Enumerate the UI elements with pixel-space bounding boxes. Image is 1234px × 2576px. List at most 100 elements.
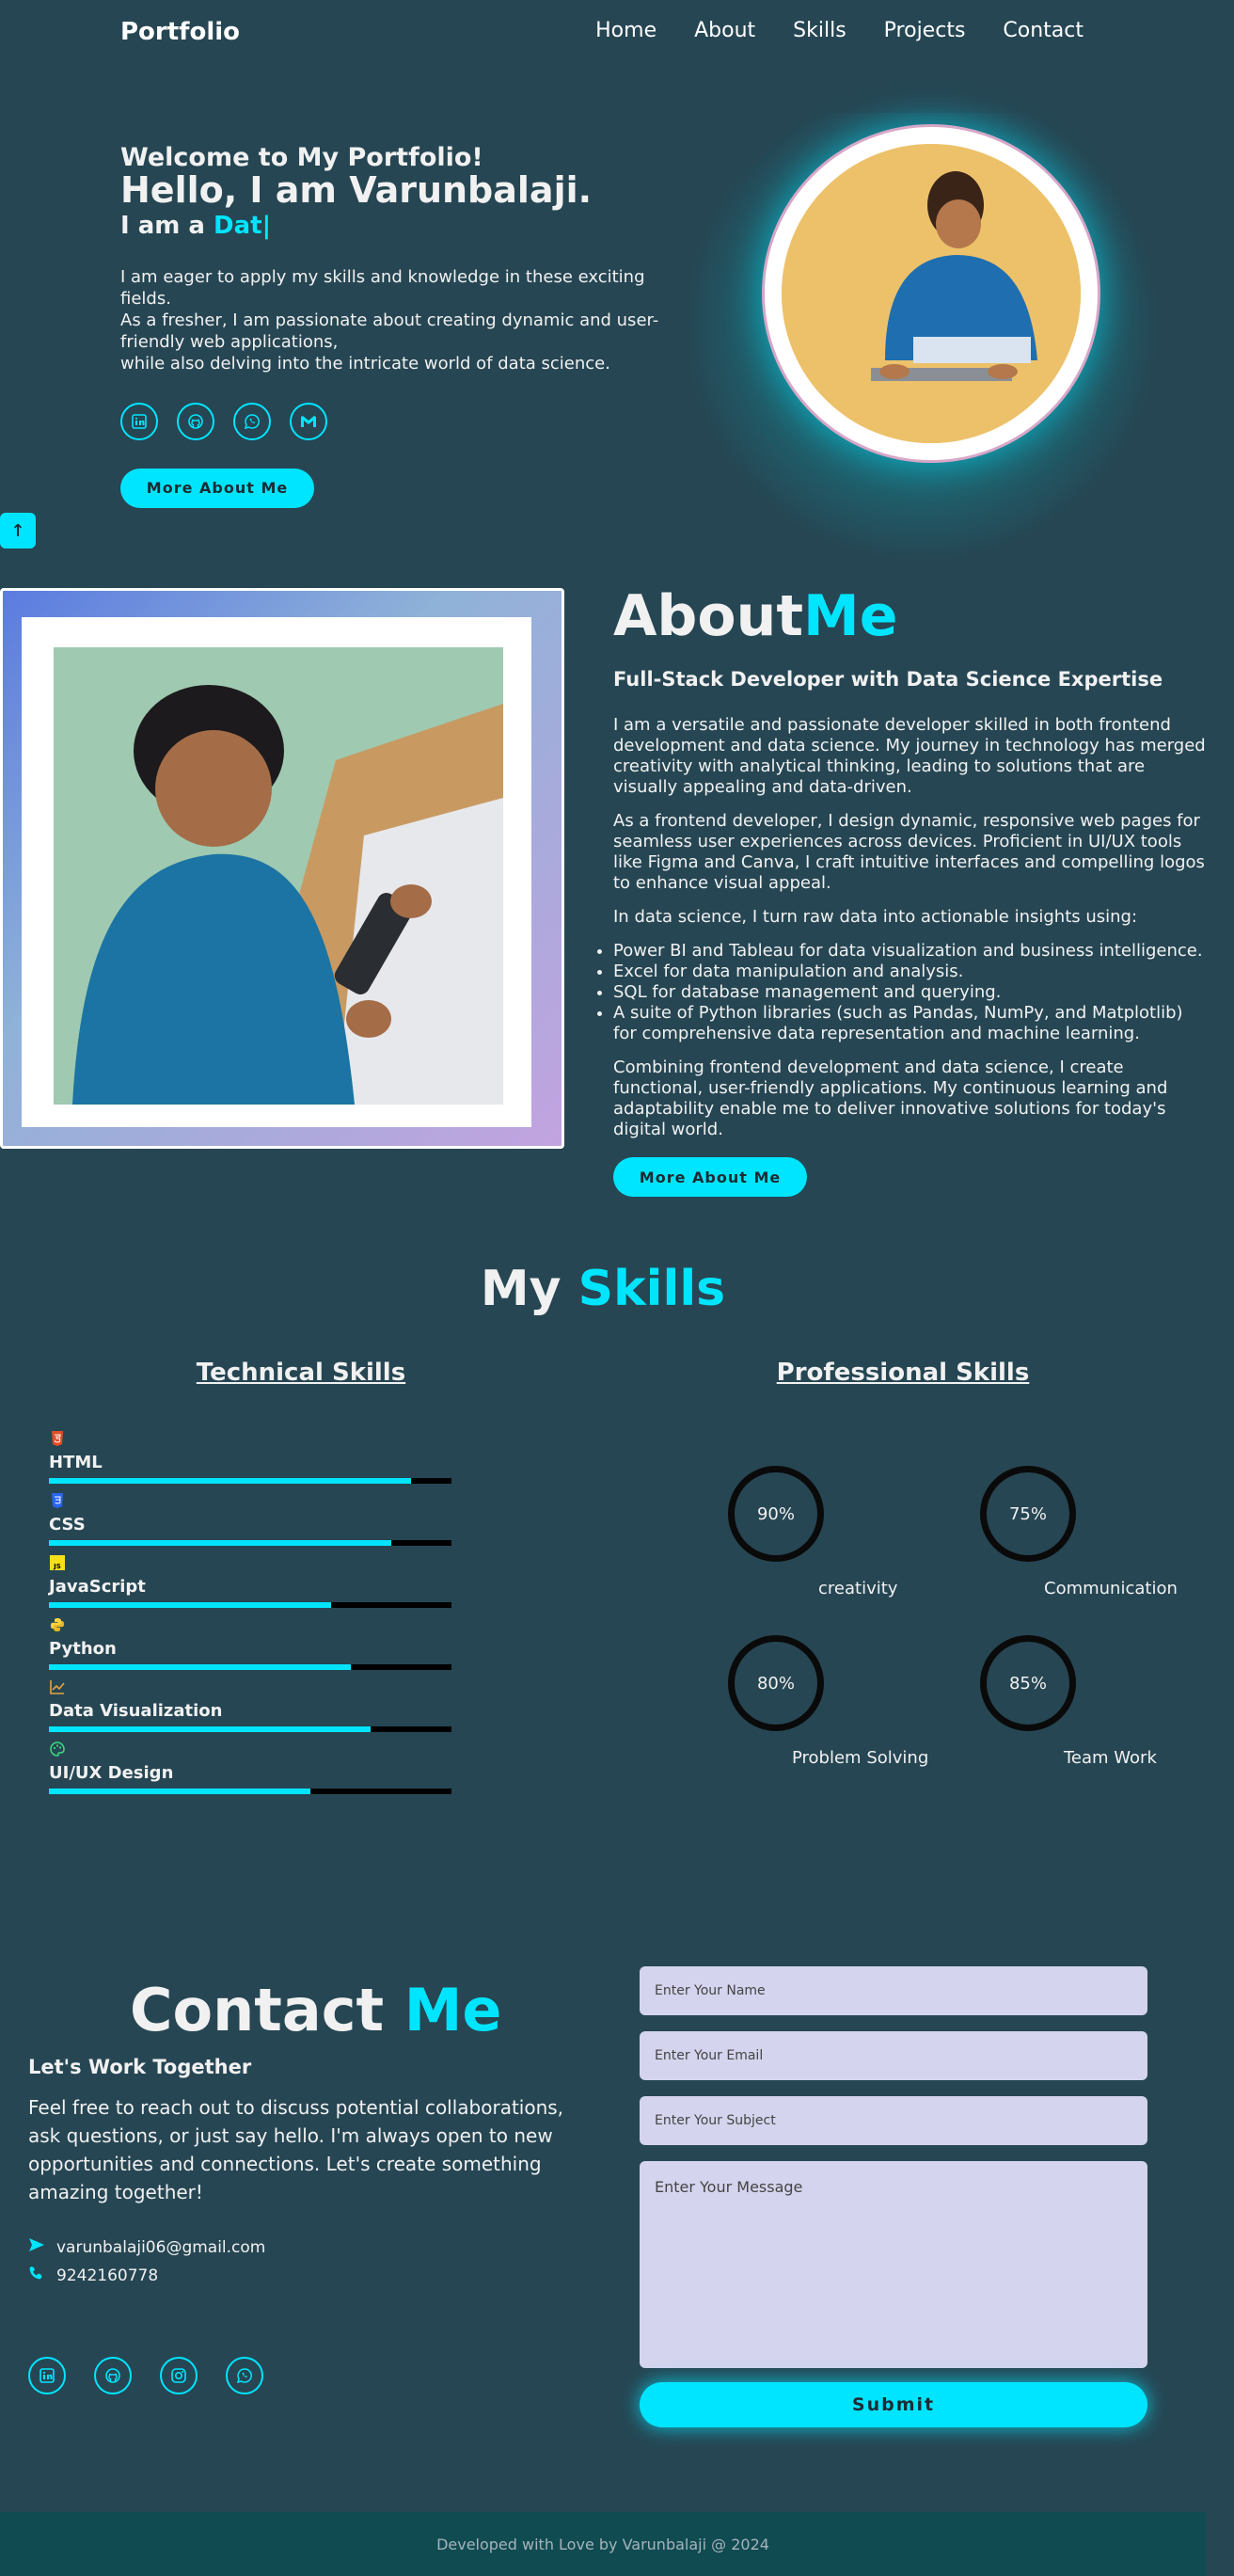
contact-title-b: Me xyxy=(403,1976,502,2044)
message-textarea[interactable]: Enter Your Message xyxy=(640,2161,1147,2368)
about-paragraph: In data science, I turn raw data into ac… xyxy=(613,907,1138,927)
about-title-b: Me xyxy=(803,583,898,649)
about-subtitle: Full-Stack Developer with Data Science E… xyxy=(613,668,1163,691)
skill-circle-creativity: 90% xyxy=(728,1466,824,1562)
contact-social-links xyxy=(28,2357,263,2394)
list-item: A suite of Python libraries (such as Pan… xyxy=(613,1003,1206,1044)
skill-name: JavaScript xyxy=(49,1577,146,1597)
hero-portrait-photo xyxy=(782,144,1081,443)
about-paragraph: I am a versatile and passionate develope… xyxy=(613,715,1206,797)
about-paragraph: As a frontend developer, I design dynami… xyxy=(613,811,1205,893)
hero-portrait xyxy=(762,124,1100,463)
github-icon[interactable] xyxy=(94,2357,132,2394)
skill-css: CSS xyxy=(49,1492,453,1554)
linkedin-icon[interactable] xyxy=(28,2357,66,2394)
contact-email[interactable]: varunbalaji06@gmail.com xyxy=(28,2237,265,2257)
skill-bar-fill xyxy=(49,1664,351,1670)
skill-circle-label: Team Work xyxy=(1064,1748,1157,1768)
whatsapp-icon[interactable] xyxy=(226,2357,263,2394)
hero-text: Welcome to My Portfolio! Hello, I am Var… xyxy=(120,143,675,508)
contact-text: Feel free to reach out to discuss potent… xyxy=(28,2096,564,2203)
skills-title-a: My xyxy=(480,1261,578,1317)
nav-link-home[interactable]: Home xyxy=(595,19,657,42)
nav-link-about[interactable]: About xyxy=(694,19,755,42)
skill-circle-label: Communication xyxy=(1044,1579,1178,1598)
nav-link-contact[interactable]: Contact xyxy=(1003,19,1084,42)
skill-name: CSS xyxy=(49,1515,86,1534)
skill-circle-label: Problem Solving xyxy=(792,1748,929,1768)
typed-prefix: I am a xyxy=(120,211,214,240)
navbar: Portfolio Home About Skills Projects Con… xyxy=(0,0,1206,66)
skill-circle-team-work: 85% xyxy=(980,1635,1076,1731)
contact-title: Contact Me xyxy=(130,1976,501,2044)
email-input[interactable]: Enter Your Email xyxy=(640,2031,1147,2080)
gmail-icon[interactable] xyxy=(290,402,327,440)
skill-bar xyxy=(49,1540,451,1546)
github-icon[interactable] xyxy=(177,402,214,440)
phone-icon xyxy=(28,2266,45,2285)
html5-icon xyxy=(49,1430,66,1447)
technical-skills-list: HTML CSS JS JavaScript Python Data Visua… xyxy=(49,1430,453,1803)
hero-desc-line: I am eager to apply my skills and knowle… xyxy=(120,266,645,309)
name-input[interactable]: Enter Your Name xyxy=(640,1966,1147,2015)
more-about-me-button[interactable]: More About Me xyxy=(120,468,314,508)
whatsapp-icon[interactable] xyxy=(233,402,271,440)
contact-phone-text: 9242160778 xyxy=(56,2266,159,2285)
skill-python: Python xyxy=(49,1616,453,1678)
css3-icon xyxy=(49,1492,66,1509)
chart-icon xyxy=(49,1678,66,1695)
skill-bar xyxy=(49,1602,451,1608)
skill-bar xyxy=(49,1726,451,1732)
arrow-up-icon: ↑ xyxy=(10,520,25,541)
scroll-to-top-button[interactable]: ↑ xyxy=(0,513,36,549)
about-photo xyxy=(54,647,503,1105)
professional-skills-heading: Professional Skills xyxy=(776,1359,1030,1387)
about-more-button[interactable]: More About Me xyxy=(613,1157,807,1197)
about-title-a: About xyxy=(613,583,804,649)
subject-input[interactable]: Enter Your Subject xyxy=(640,2096,1147,2145)
list-item: Excel for data manipulation and analysis… xyxy=(613,962,1206,982)
skill-circle-label: creativity xyxy=(818,1579,898,1598)
skill-bar-fill xyxy=(49,1789,311,1794)
skill-html: HTML xyxy=(49,1430,453,1492)
list-item: Power BI and Tableau for data visualizat… xyxy=(613,941,1206,962)
linkedin-icon[interactable] xyxy=(120,402,158,440)
nav-link-projects[interactable]: Projects xyxy=(884,19,966,42)
skills-title: My Skills xyxy=(0,1261,1206,1317)
about-image-border xyxy=(22,617,531,1127)
skill-bar xyxy=(49,1789,451,1794)
hero-typed-line: I am a Dat| xyxy=(120,212,675,240)
about-image-frame xyxy=(0,588,564,1149)
hero-hello: Hello, I am Varunbalaji. xyxy=(120,169,593,211)
javascript-icon: JS xyxy=(49,1554,66,1571)
skill-name: Python xyxy=(49,1639,117,1659)
hero-social-links xyxy=(120,402,675,440)
instagram-icon[interactable] xyxy=(160,2357,198,2394)
list-item: SQL for database management and querying… xyxy=(613,982,1206,1003)
about-title: AboutMe xyxy=(613,583,1206,649)
hero-section: Welcome to My Portfolio! Hello, I am Var… xyxy=(0,94,1206,583)
skill-bar-fill xyxy=(49,1540,391,1546)
contact-subtitle: Let's Work Together xyxy=(28,2056,252,2078)
about-tools-list: Power BI and Tableau for data visualizat… xyxy=(598,941,1206,1044)
nav-link-skills[interactable]: Skills xyxy=(793,19,846,42)
contact-phone[interactable]: 9242160778 xyxy=(28,2266,158,2285)
footer: Developed with Love by Varunbalaji @ 202… xyxy=(0,2512,1206,2576)
palette-icon xyxy=(49,1741,66,1757)
skill-bar xyxy=(49,1478,451,1484)
hero-desc-line: As a fresher, I am passionate about crea… xyxy=(120,310,659,352)
skill-data-visualization: Data Visualization xyxy=(49,1678,453,1741)
brand-logo[interactable]: Portfolio xyxy=(120,18,240,46)
about-section: AboutMe Full-Stack Developer with Data S… xyxy=(613,583,1206,1197)
skill-circle-problem-solving: 80% xyxy=(728,1635,824,1731)
technical-skills-heading: Technical Skills xyxy=(196,1359,406,1387)
skill-circle-communication: 75% xyxy=(980,1466,1076,1562)
contact-title-a: Contact xyxy=(130,1976,404,2044)
skill-javascript: JS JavaScript xyxy=(49,1554,453,1616)
svg-text:JS: JS xyxy=(53,1563,61,1570)
send-icon xyxy=(28,2237,45,2257)
skill-name: UI/UX Design xyxy=(49,1763,174,1783)
hero-welcome: Welcome to My Portfolio! xyxy=(120,143,483,172)
nav-links: Home About Skills Projects Contact xyxy=(595,19,1084,42)
submit-button[interactable]: Submit xyxy=(640,2382,1147,2427)
